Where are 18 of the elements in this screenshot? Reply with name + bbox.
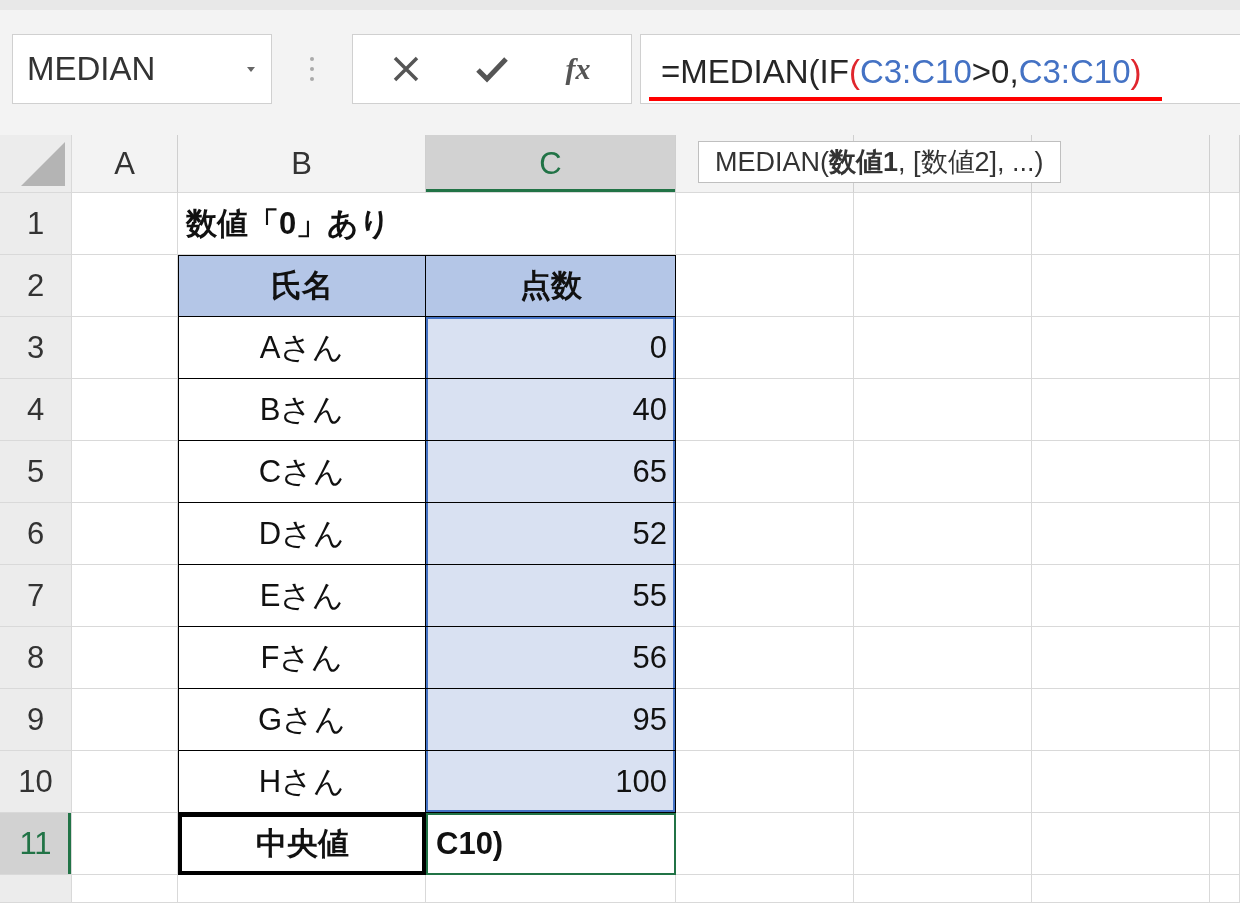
formula-text: C3:C10: [859, 53, 972, 90]
table-cell: 0: [426, 317, 676, 379]
table-cell: 56: [426, 627, 676, 689]
formula-text: =MEDIAN(IF: [661, 53, 849, 90]
formula-text: ): [1130, 53, 1142, 90]
table-cell: 55: [426, 565, 676, 627]
function-tooltip: MEDIAN(数値1, [数値2], ...): [698, 141, 1061, 183]
table-cell: 点数: [426, 255, 676, 317]
table-cell: 中央値: [178, 813, 426, 875]
table-cell: 95: [426, 689, 676, 751]
table-cell: 52: [426, 503, 676, 565]
table-cell: 65: [426, 441, 676, 503]
formula-text: (: [848, 53, 860, 90]
table-cell: 100: [426, 751, 676, 813]
table-cell: 氏名: [178, 255, 426, 317]
table-cell: 40: [426, 379, 676, 441]
formula-text: C3:C10: [1018, 53, 1131, 90]
formula-text: >0,: [971, 53, 1019, 90]
